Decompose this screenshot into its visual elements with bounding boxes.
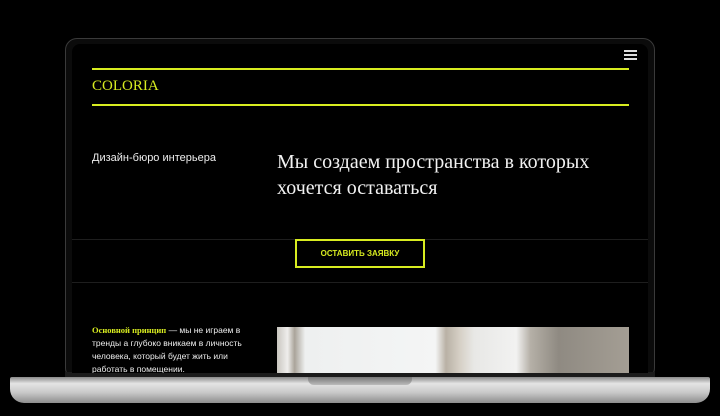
laptop-notch <box>308 377 412 385</box>
interior-photo <box>277 327 629 373</box>
divider <box>72 282 648 283</box>
header-bottom-rule <box>92 104 629 106</box>
header-top-rule <box>92 68 629 70</box>
hero-headline: Мы создаем пространства в которых хочетс… <box>277 151 590 199</box>
hamburger-menu-icon[interactable] <box>624 50 637 60</box>
site-logo[interactable]: COLORIA <box>92 78 159 95</box>
principle-paragraph: Основной принцип — мы не играем в тренды… <box>92 324 262 373</box>
laptop-screen: COLORIA Дизайн-бюро интерьера Мы создаем… <box>72 44 648 373</box>
principle-title: Основной принцип <box>92 325 167 335</box>
submit-request-button[interactable]: ОСТАВИТЬ ЗАЯВКУ <box>295 239 425 268</box>
site-subtitle: Дизайн-бюро интерьера <box>92 152 216 164</box>
